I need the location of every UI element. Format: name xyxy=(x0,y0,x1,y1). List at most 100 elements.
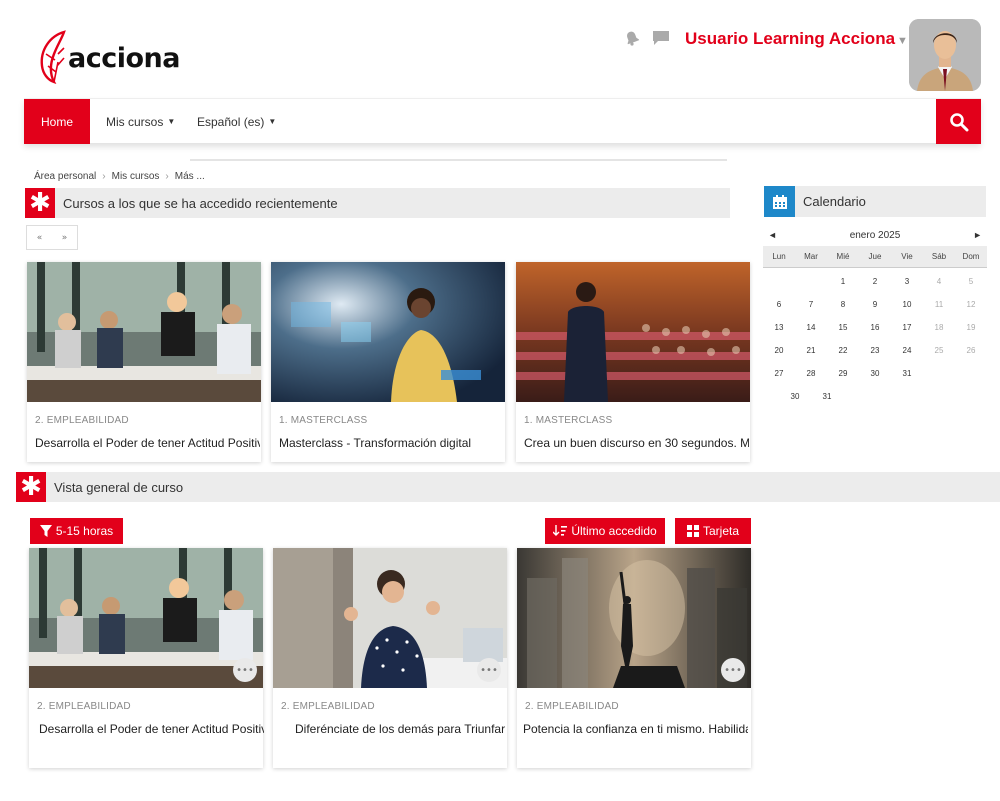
more-options-icon[interactable]: ••• xyxy=(721,658,745,682)
calendar-day[interactable]: 31 xyxy=(891,369,923,378)
view-button[interactable]: Tarjeta xyxy=(675,518,751,544)
calendar-day[interactable]: 10 xyxy=(891,300,923,309)
course-card[interactable]: ••• 2. EMPLEABILIDAD Diferénciate de los… xyxy=(273,548,507,768)
calendar-day[interactable]: 13 xyxy=(763,323,795,332)
course-image xyxy=(271,262,505,402)
more-options-icon[interactable]: ••• xyxy=(477,658,501,682)
next-month-button[interactable]: ► xyxy=(973,230,982,240)
calendar-day[interactable]: 19 xyxy=(955,323,987,332)
breadcrumb-item[interactable]: Mis cursos xyxy=(112,171,160,182)
calendar-day[interactable]: 18 xyxy=(923,323,955,332)
calendar-day-name: Mar xyxy=(804,252,818,261)
course-title[interactable]: Crea un buen discurso en 30 segundos. Ma… xyxy=(524,436,749,450)
user-name: Usuario Learning Acciona xyxy=(685,29,896,48)
caret-down-icon: ▼ xyxy=(167,117,176,126)
calendar-day[interactable]: 9 xyxy=(859,300,891,309)
filter-label: 5-15 horas xyxy=(55,524,114,538)
acciona-logo[interactable]: acciona xyxy=(36,24,186,88)
calendar-day[interactable]: 8 xyxy=(827,300,859,309)
calendar-month-label: enero 2025 xyxy=(849,230,901,241)
course-category: 1. MASTERCLASS xyxy=(279,415,368,426)
calendar-day[interactable]: 30 xyxy=(779,392,811,401)
chevron-right-icon: › xyxy=(102,171,106,182)
calendar-day[interactable]: 6 xyxy=(763,300,795,309)
sort-button[interactable]: Último accedido xyxy=(545,518,665,544)
main-navbar: Home Mis cursos ▼ Español (es) ▼ xyxy=(24,98,981,144)
grid-icon xyxy=(686,525,699,537)
calendar-icon xyxy=(764,186,795,217)
view-label: Tarjeta xyxy=(702,524,740,538)
breadcrumb-item[interactable]: Área personal xyxy=(34,171,96,182)
course-category: 2. EMPLEABILIDAD xyxy=(37,701,131,712)
calendar-day-name: Lun xyxy=(772,252,786,261)
course-card[interactable]: 2. EMPLEABILIDAD Desarrolla el Poder de … xyxy=(27,262,261,462)
header-icons xyxy=(624,30,670,50)
calendar-day[interactable]: 4 xyxy=(923,277,955,286)
filter-button[interactable]: 5-15 horas xyxy=(30,518,123,544)
course-card[interactable]: 1. MASTERCLASS Crea un buen discurso en … xyxy=(516,262,750,462)
calendar-day[interactable]: 22 xyxy=(827,346,859,355)
course-category: 2. EMPLEABILIDAD xyxy=(281,701,375,712)
calendar-day[interactable]: 25 xyxy=(923,346,955,355)
nav-language[interactable]: Español (es) ▼ xyxy=(197,99,276,144)
calendar-day[interactable]: 15 xyxy=(827,323,859,332)
chevron-right-icon: › xyxy=(165,171,169,182)
course-title[interactable]: Desarrolla el Poder de tener Actitud Pos… xyxy=(39,722,264,736)
calendar-day[interactable]: 24 xyxy=(891,346,923,355)
calendar-day[interactable]: 14 xyxy=(795,323,827,332)
course-title[interactable]: Potencia la confianza en ti mismo. Habil… xyxy=(523,722,748,736)
course-title[interactable]: Desarrolla el Poder de tener Actitud Pos… xyxy=(35,436,260,450)
nav-my-courses-label: Mis cursos xyxy=(106,114,164,129)
search-button[interactable] xyxy=(936,99,981,144)
calendar-day[interactable]: 5 xyxy=(955,277,987,286)
course-image xyxy=(27,262,261,402)
calendar-day[interactable]: 12 xyxy=(955,300,987,309)
course-card[interactable]: ••• 2. EMPLEABILIDAD Desarrolla el Poder… xyxy=(29,548,264,768)
more-options-icon[interactable]: ••• xyxy=(233,658,257,682)
pager-next-button[interactable]: » xyxy=(62,233,68,243)
calendar-day[interactable]: 30 xyxy=(859,369,891,378)
caret-down-icon: ▼ xyxy=(268,117,277,126)
pager: « » xyxy=(26,225,78,250)
course-title[interactable]: Masterclass - Transformación digital xyxy=(279,436,504,450)
calendar-day[interactable]: 7 xyxy=(795,300,827,309)
calendar-day-name: Mié xyxy=(836,252,850,261)
calendar-day[interactable]: 23 xyxy=(859,346,891,355)
nav-my-courses[interactable]: Mis cursos ▼ xyxy=(106,99,175,144)
calendar-day[interactable]: 2 xyxy=(859,277,891,286)
nav-home[interactable]: Home xyxy=(24,99,90,144)
calendar-day[interactable]: 3 xyxy=(891,277,923,286)
breadcrumb-item[interactable]: Más ... xyxy=(175,171,205,182)
calendar-day[interactable]: 20 xyxy=(763,346,795,355)
calendar-day[interactable]: 29 xyxy=(827,369,859,378)
acciona-leaf-icon xyxy=(40,30,66,85)
course-image: ••• xyxy=(517,548,751,688)
bell-icon[interactable] xyxy=(624,30,640,50)
user-menu[interactable]: Usuario Learning Acciona ▼ xyxy=(685,29,908,49)
pager-prev-button[interactable]: « xyxy=(37,233,43,243)
sort-label: Último accedido xyxy=(571,524,657,538)
section-title: Vista general de curso xyxy=(54,479,184,495)
section-title: Cursos a los que se ha accedido reciente… xyxy=(63,195,338,211)
course-card[interactable]: 1. MASTERCLASS Masterclass - Transformac… xyxy=(271,262,505,462)
course-card[interactable]: ••• 2. EMPLEABILIDAD Potencia la confian… xyxy=(517,548,751,768)
calendar-day[interactable]: 21 xyxy=(795,346,827,355)
recent-courses-header: ✱ Cursos a los que se ha accedido recien… xyxy=(25,188,730,218)
chat-icon[interactable] xyxy=(652,30,670,50)
calendar-day[interactable]: 1 xyxy=(827,277,859,286)
avatar[interactable] xyxy=(909,19,981,91)
calendar-day-name: Dom xyxy=(962,252,980,261)
calendar-day[interactable]: 16 xyxy=(859,323,891,332)
calendar-header: Calendario xyxy=(764,186,986,217)
calendar-day[interactable]: 11 xyxy=(923,300,955,309)
course-image: ••• xyxy=(273,548,507,688)
sort-icon xyxy=(553,525,568,536)
calendar-day[interactable]: 31 xyxy=(811,392,843,401)
calendar-day[interactable]: 17 xyxy=(891,323,923,332)
calendar-day[interactable]: 28 xyxy=(795,369,827,378)
course-image xyxy=(516,262,750,402)
calendar-day[interactable]: 26 xyxy=(955,346,987,355)
brand-name: acciona xyxy=(68,42,180,74)
calendar-day[interactable]: 27 xyxy=(763,369,795,378)
course-title[interactable]: Diferénciate de los demás para Triunfar xyxy=(295,722,520,736)
